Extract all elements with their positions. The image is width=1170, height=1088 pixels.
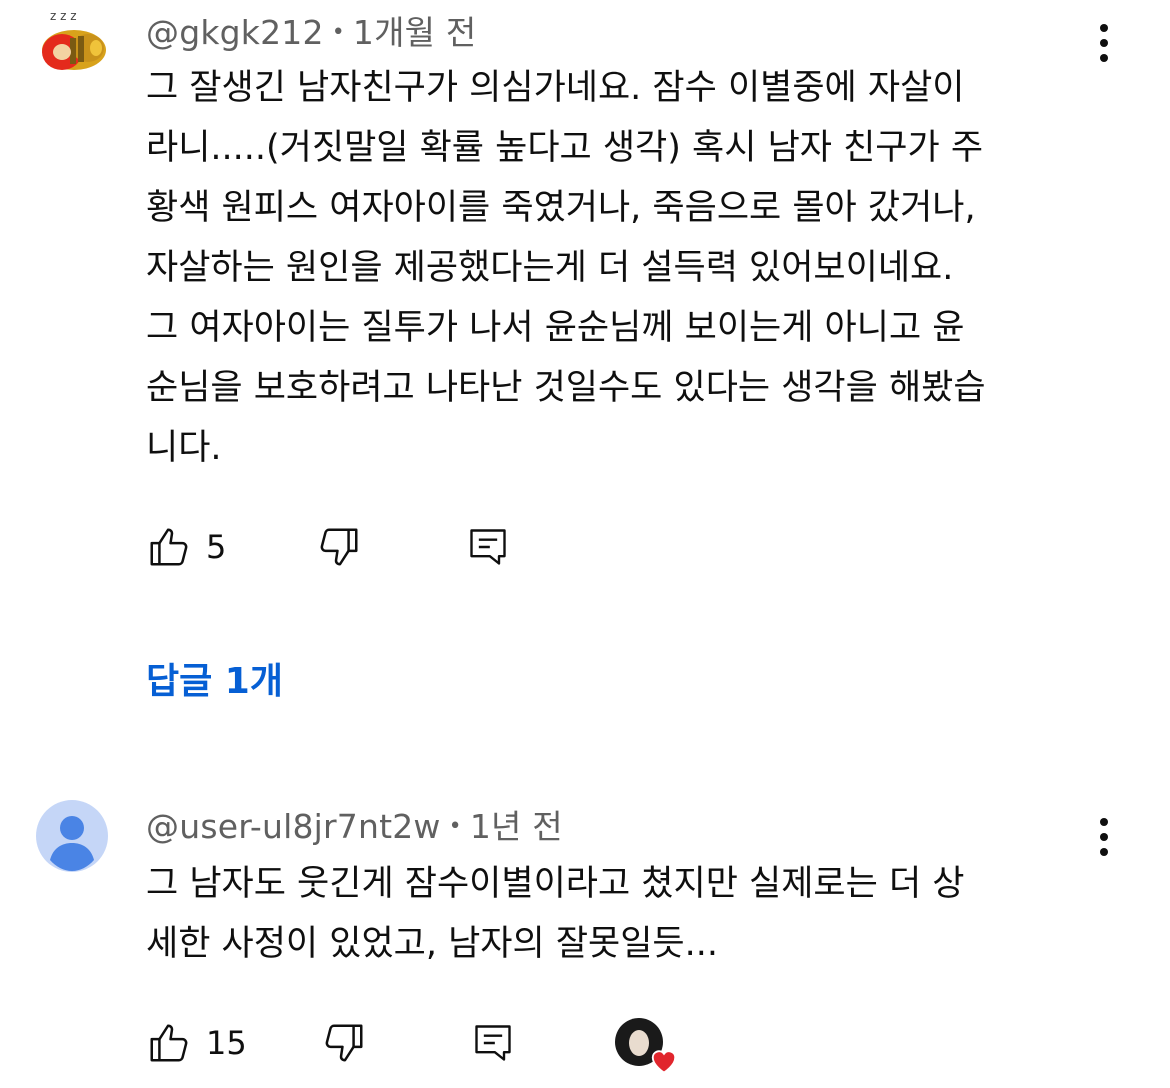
more-vert-icon xyxy=(1100,818,1108,826)
comment-actions: 15 xyxy=(146,1018,676,1074)
author-name[interactable]: @user-ul8jr7nt2w xyxy=(146,807,441,846)
meta-separator: • xyxy=(448,814,462,839)
meta-separator: • xyxy=(331,20,345,45)
reply-icon xyxy=(475,1025,511,1061)
dislike-button[interactable] xyxy=(316,524,362,570)
avatar-sleep-text: z z z xyxy=(50,9,77,23)
like-icon xyxy=(150,1024,188,1062)
reply-button[interactable] xyxy=(466,524,510,570)
comment-meta: @user-ul8jr7nt2w • 1년 전 xyxy=(146,800,563,848)
comment-menu-button[interactable] xyxy=(1094,818,1114,858)
creator-heart-icon xyxy=(651,1050,676,1074)
like-button[interactable]: 15 xyxy=(146,1020,247,1066)
like-button[interactable]: 5 xyxy=(146,524,226,570)
like-count: 15 xyxy=(206,1024,247,1062)
dislike-button[interactable] xyxy=(321,1020,367,1066)
author-avatar[interactable] xyxy=(36,800,108,872)
creator-heart xyxy=(614,1018,676,1074)
like-icon xyxy=(150,528,188,566)
comment-actions: 5 xyxy=(146,522,510,572)
more-vert-icon xyxy=(1100,24,1108,32)
reply-button[interactable] xyxy=(471,1020,515,1066)
reply-icon xyxy=(470,529,507,565)
comment-meta: @gkgk212 • 1개월 전 xyxy=(146,6,476,54)
replies-toggle[interactable]: 답글 1개 xyxy=(146,652,283,704)
dislike-icon xyxy=(325,1024,363,1062)
comment-time[interactable]: 1개월 전 xyxy=(353,13,477,52)
author-name[interactable]: @gkgk212 xyxy=(146,13,324,52)
dislike-icon xyxy=(320,528,358,566)
comment-time[interactable]: 1년 전 xyxy=(470,807,563,846)
comment-text: 그 남자도 웃긴게 잠수이별이라고 쳤지만 실제로는 더 상 세한 사정이 있었… xyxy=(146,864,965,964)
like-count: 5 xyxy=(206,528,227,566)
comment-text: 그 잘생긴 남자친구가 의심가네요. 잠수 이별중에 자살이 라니.....(거… xyxy=(146,68,986,468)
author-avatar[interactable]: z z z xyxy=(36,8,108,80)
